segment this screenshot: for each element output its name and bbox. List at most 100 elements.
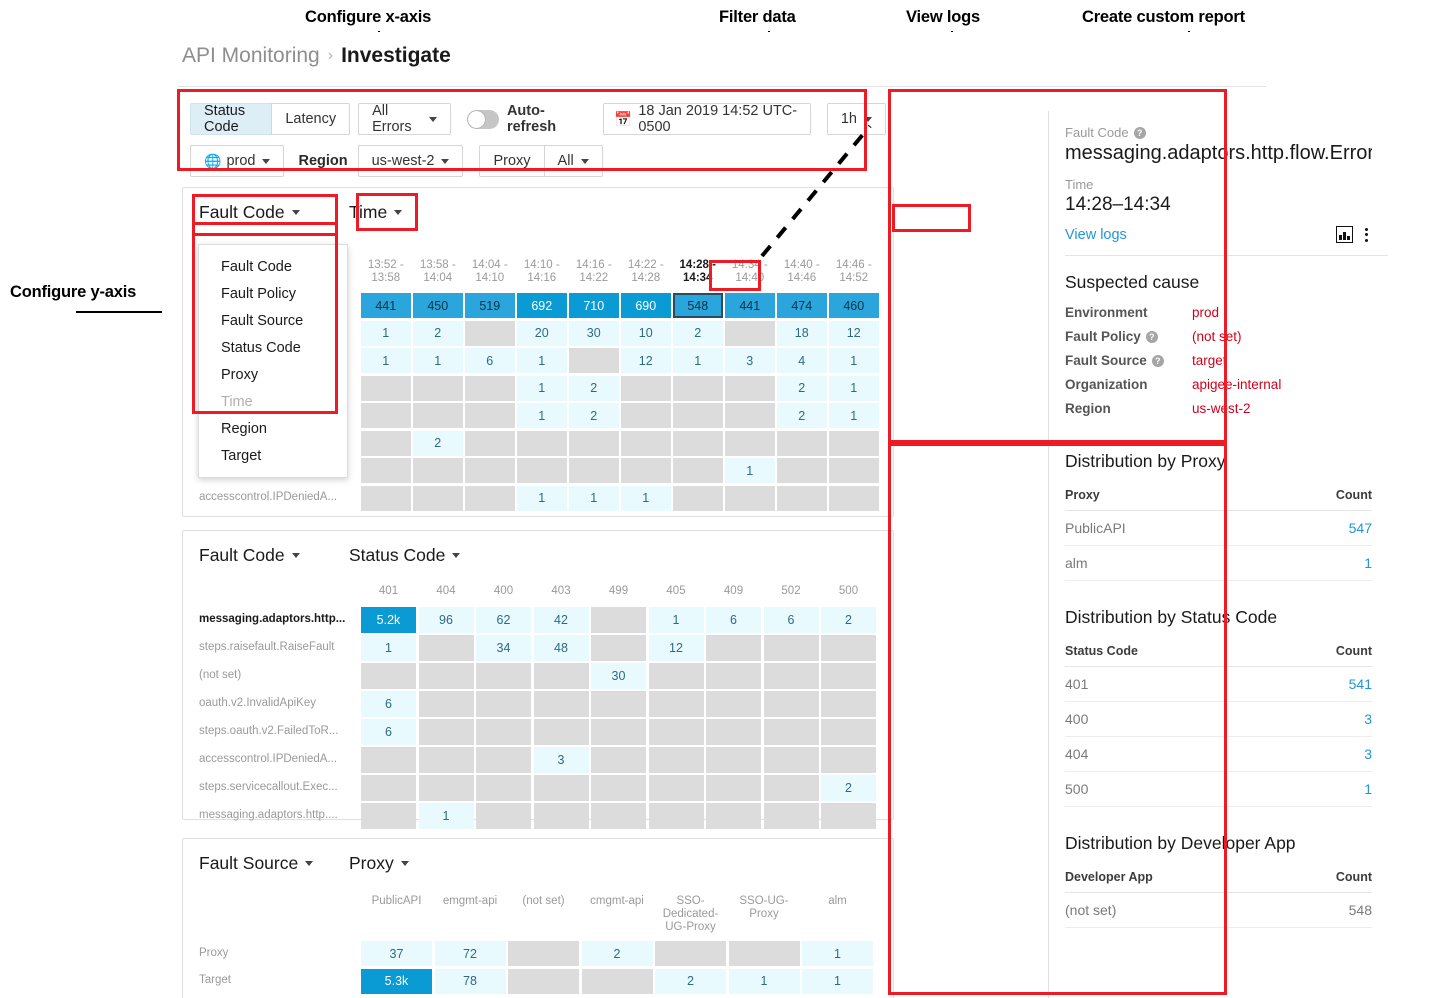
distribution-row-count[interactable]: 541	[1270, 666, 1372, 702]
heatmap-cell[interactable]: 1	[517, 403, 567, 428]
heatmap-cell[interactable]: 72	[434, 941, 506, 966]
heatmap-cell[interactable]	[821, 747, 876, 773]
suspected-cause-value[interactable]: prod	[1192, 305, 1219, 320]
proxy-label-button[interactable]: Proxy	[479, 145, 545, 177]
heatmap-cell[interactable]: 18	[777, 320, 827, 346]
heatmap-row-label[interactable]: (not set)	[199, 669, 351, 681]
heatmap-cell[interactable]	[821, 691, 876, 717]
region-dropdown[interactable]: us-west-2	[357, 145, 464, 177]
heatmap-cell[interactable]: 460	[829, 293, 879, 318]
help-icon[interactable]: ?	[1145, 330, 1158, 343]
heatmap-cell[interactable]	[673, 375, 723, 401]
heatmap-cell[interactable]	[476, 663, 531, 689]
heatmap-cell[interactable]	[361, 485, 411, 511]
heatmap-cell[interactable]	[706, 803, 761, 829]
heatmap-cell[interactable]	[418, 775, 474, 801]
distribution-row-count[interactable]: 1	[1270, 771, 1372, 807]
heatmap-cell[interactable]	[465, 375, 515, 401]
heatmap-cell[interactable]	[361, 803, 416, 829]
heatmap-cell[interactable]	[706, 691, 761, 717]
suspected-cause-value[interactable]: target	[1192, 353, 1227, 368]
y-axis-menu-item-fault-source[interactable]: Fault Source	[199, 307, 347, 334]
distribution-row-count[interactable]: 3	[1270, 701, 1372, 737]
heatmap-cell[interactable]: 34	[476, 635, 531, 661]
heatmap-cell[interactable]	[413, 375, 463, 401]
heatmap-cell[interactable]: 1	[517, 348, 567, 373]
y-axis-menu-item-fault-code[interactable]: Fault Code	[199, 253, 347, 280]
heatmap-cell[interactable]	[763, 775, 819, 801]
heatmap-cell[interactable]: 1	[829, 403, 879, 428]
heatmap-cell[interactable]: 2	[413, 430, 463, 456]
view-logs-link[interactable]: View logs	[1065, 227, 1127, 243]
heatmap-cell[interactable]: 2	[581, 941, 653, 966]
heatmap-row-label[interactable]: Proxy	[199, 947, 351, 959]
heatmap-cell[interactable]: 1	[728, 968, 800, 994]
heatmap-cell[interactable]: 1	[725, 458, 775, 483]
heatmap-cell[interactable]	[533, 719, 589, 745]
heatmap-col-header[interactable]: SSO- Dedicated- UG-Proxy	[655, 895, 726, 934]
heatmap-cell[interactable]: 2	[777, 403, 827, 428]
heatmap-cell[interactable]: 6	[361, 719, 416, 745]
heatmap-cell[interactable]	[361, 663, 416, 689]
heatmap-cell[interactable]	[569, 458, 619, 483]
heatmap-cell[interactable]	[465, 320, 515, 346]
heatmap-cell[interactable]: 1	[418, 803, 474, 829]
heatmap-col-header[interactable]: SSO-UG- Proxy	[729, 895, 800, 921]
y-axis-dimension-dropdown-2[interactable]: Fault Code	[199, 545, 349, 566]
heatmap-cell[interactable]	[591, 803, 646, 829]
heatmap-cell[interactable]	[533, 663, 589, 689]
autorefresh-control[interactable]: Auto-refresh	[466, 103, 582, 135]
heatmap-cell[interactable]	[777, 485, 827, 511]
heatmap-cell[interactable]	[706, 747, 761, 773]
suspected-cause-value[interactable]: (not set)	[1192, 329, 1242, 344]
heatmap-cell[interactable]: 690	[621, 293, 671, 318]
heatmap-cell[interactable]	[728, 941, 800, 966]
heatmap-cell[interactable]	[763, 803, 819, 829]
heatmap-cell[interactable]	[725, 485, 775, 511]
autorefresh-toggle[interactable]	[466, 109, 499, 129]
heatmap-col-header[interactable]: 409	[706, 585, 761, 598]
custom-report-chart-icon[interactable]	[1336, 226, 1353, 243]
y-axis-dimension-menu[interactable]: Fault Code Fault Policy Fault Source Status…	[198, 244, 348, 478]
heatmap-cell[interactable]	[465, 485, 515, 511]
heatmap-cell[interactable]: 12	[829, 320, 879, 346]
heatmap-cell[interactable]	[465, 403, 515, 428]
heatmap-cell[interactable]	[673, 485, 723, 511]
heatmap-cell[interactable]	[706, 635, 761, 661]
heatmap-col-header[interactable]: 404	[419, 585, 474, 598]
heatmap-cell[interactable]: 78	[434, 968, 506, 994]
breadcrumb-root[interactable]: API Monitoring	[182, 44, 320, 68]
heatmap-cell[interactable]: 1	[621, 485, 671, 511]
heatmap-row-label[interactable]: accesscontrol.IPDeniedA...	[199, 491, 347, 503]
suspected-cause-value[interactable]: apigee-internal	[1192, 377, 1281, 392]
heatmap-cell[interactable]	[829, 458, 879, 483]
heatmap-cell[interactable]: 30	[569, 320, 619, 346]
heatmap-cell[interactable]	[673, 430, 723, 456]
heatmap-cell[interactable]: 2	[655, 968, 726, 994]
y-axis-menu-item-target[interactable]: Target	[199, 442, 347, 469]
tab-latency[interactable]: Latency	[271, 103, 351, 135]
heatmap-cell[interactable]: 2	[569, 403, 619, 428]
heatmap-cell[interactable]: 12	[621, 348, 671, 373]
heatmap-cell[interactable]: 48	[533, 635, 589, 661]
heatmap-cell[interactable]: 12	[648, 635, 704, 661]
errors-filter-dropdown[interactable]: All Errors	[358, 103, 451, 135]
heatmap-cell[interactable]: 1	[517, 375, 567, 401]
heatmap-cell[interactable]	[476, 719, 531, 745]
heatmap-cell[interactable]	[517, 458, 567, 483]
heatmap-cell[interactable]: 710	[569, 293, 619, 318]
heatmap-cell[interactable]	[361, 747, 416, 773]
heatmap-cell[interactable]	[706, 663, 761, 689]
heatmap-cell[interactable]	[725, 403, 775, 428]
heatmap-row-label[interactable]: steps.raisefault.RaiseFault	[199, 641, 351, 653]
heatmap-cell[interactable]: 3	[725, 348, 775, 373]
heatmap-cell[interactable]: 2	[413, 320, 463, 346]
y-axis-dimension-dropdown-3[interactable]: Fault Source	[199, 853, 349, 874]
heatmap-cell[interactable]	[763, 635, 819, 661]
heatmap-cell[interactable]	[533, 691, 589, 717]
heatmap-col-header[interactable]: (not set)	[508, 895, 579, 908]
heatmap-cell[interactable]	[591, 607, 646, 633]
heatmap-cell[interactable]: 2	[777, 375, 827, 401]
heatmap-cell[interactable]	[361, 403, 411, 428]
heatmap-col-header[interactable]: 13:52 -13:58	[361, 259, 411, 285]
